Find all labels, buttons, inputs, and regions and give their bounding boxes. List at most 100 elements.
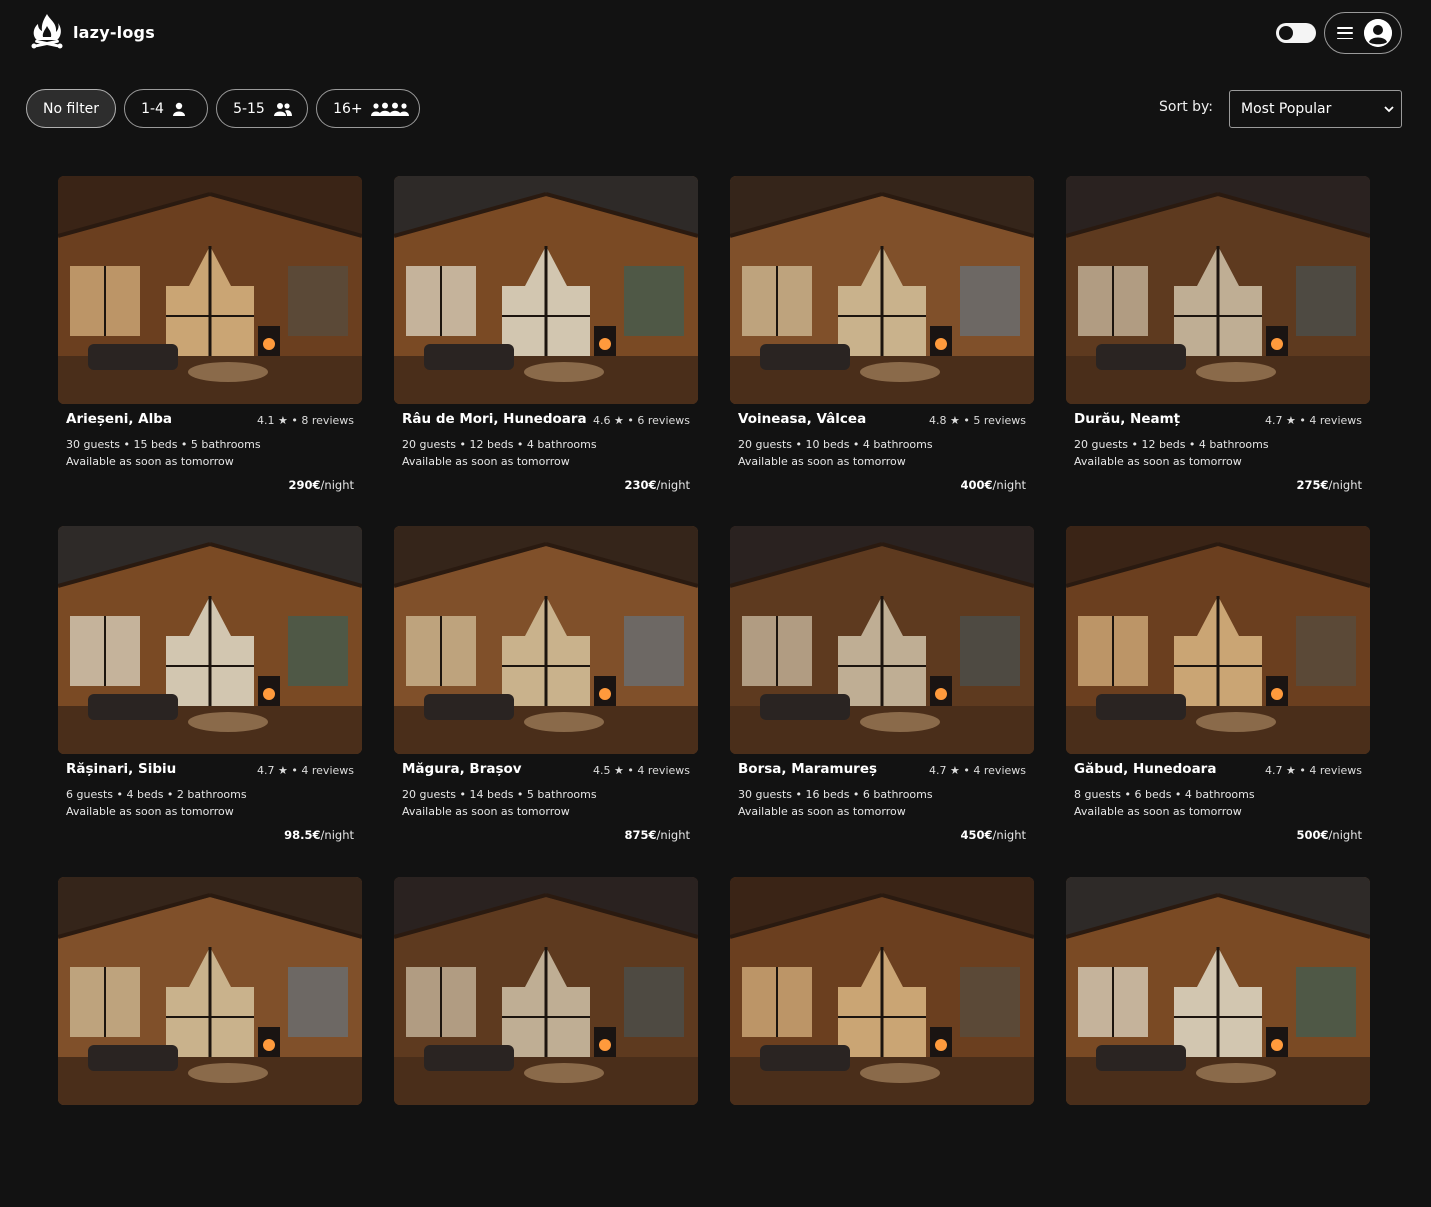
listing-details: 20 guests • 14 beds • 5 bathrooms: [402, 788, 597, 801]
listing-details: 30 guests • 15 beds • 5 bathrooms: [66, 438, 261, 451]
listing-rating: 4.5 ★ • 4 reviews: [593, 764, 690, 777]
price-unit: /night: [656, 478, 690, 492]
rating-value: 4.7: [1265, 764, 1283, 777]
listing-photo[interactable]: [58, 877, 362, 1105]
listing-details: 8 guests • 6 beds • 4 bathrooms: [1074, 788, 1255, 801]
listing-details: 20 guests • 10 beds • 4 bathrooms: [738, 438, 933, 451]
listing-card[interactable]: Măgura, Brașov 4.5 ★ • 4 reviews 20 guests…: [394, 526, 698, 856]
rating-value: 4.7: [257, 764, 275, 777]
filter-label: 5-15: [233, 100, 265, 117]
price-amount: 290€: [288, 478, 321, 492]
listing-photo[interactable]: [58, 526, 362, 754]
rating-value: 4.8: [929, 414, 947, 427]
listing-card[interactable]: [730, 877, 1034, 1207]
listing-photo[interactable]: [58, 176, 362, 404]
listing-price: 275€/night: [1297, 478, 1362, 492]
star-icon: ★: [1286, 414, 1296, 427]
filter-label: 16+: [333, 100, 363, 117]
listing-photo[interactable]: [394, 526, 698, 754]
price-amount: 875€: [624, 828, 657, 842]
listing-rating: 4.7 ★ • 4 reviews: [929, 764, 1026, 777]
review-count: 4 reviews: [637, 764, 690, 777]
listing-location: Durău, Neamț: [1074, 411, 1181, 427]
filter-5-15[interactable]: 5-15: [216, 89, 309, 128]
listing-card[interactable]: Durău, Neamț 4.7 ★ • 4 reviews 20 guests •…: [1066, 176, 1370, 506]
rating-value: 4.1: [257, 414, 275, 427]
review-count: 4 reviews: [973, 764, 1026, 777]
price-amount: 400€: [960, 478, 993, 492]
group-people-icon: [370, 102, 409, 116]
star-icon: ★: [278, 764, 288, 777]
sort-select[interactable]: Most Popular: [1229, 90, 1402, 128]
chevron-down-icon: [1384, 106, 1394, 113]
star-icon: ★: [950, 764, 960, 777]
listing-location: Arieșeni, Alba: [66, 411, 172, 427]
price-amount: 275€: [1296, 478, 1329, 492]
listing-photo[interactable]: [730, 176, 1034, 404]
rating-value: 4.6: [593, 414, 611, 427]
listing-photo[interactable]: [1066, 526, 1370, 754]
filter-no-filter[interactable]: No filter: [26, 89, 117, 128]
listing-card[interactable]: [394, 877, 698, 1207]
listing-availability: Available as soon as tomorrow: [402, 805, 570, 818]
listing-availability: Available as soon as tomorrow: [66, 455, 234, 468]
price-unit: /night: [656, 828, 690, 842]
listing-card[interactable]: [58, 877, 362, 1207]
listing-card[interactable]: Râu de Mori, Hunedoara 4.6 ★ • 6 reviews 2…: [394, 176, 698, 506]
theme-toggle[interactable]: [1276, 23, 1316, 43]
user-circle-icon: [1364, 19, 1392, 47]
price-unit: /night: [992, 828, 1026, 842]
listing-photo[interactable]: [394, 877, 698, 1105]
review-count: 4 reviews: [1309, 764, 1362, 777]
listing-photo[interactable]: [1066, 176, 1370, 404]
listing-availability: Available as soon as tomorrow: [1074, 455, 1242, 468]
listing-location: Borsa, Maramureș: [738, 761, 878, 777]
star-icon: ★: [278, 414, 288, 427]
brand-logo[interactable]: lazy-logs: [30, 12, 155, 52]
listing-card[interactable]: Borsa, Maramureș 4.7 ★ • 4 reviews 30 gues…: [730, 526, 1034, 856]
listing-availability: Available as soon as tomorrow: [402, 455, 570, 468]
app-name: lazy-logs: [73, 22, 155, 42]
star-icon: ★: [950, 414, 960, 427]
listing-rating: 4.7 ★ • 4 reviews: [257, 764, 354, 777]
listing-details: 20 guests • 12 beds • 4 bathrooms: [1074, 438, 1269, 451]
listing-rating: 4.1 ★ • 8 reviews: [257, 414, 354, 427]
rating-value: 4.5: [593, 764, 611, 777]
listing-details: 20 guests • 12 beds • 4 bathrooms: [402, 438, 597, 451]
listing-price: 400€/night: [961, 478, 1026, 492]
listing-photo[interactable]: [394, 176, 698, 404]
listing-price: 98.5€/night: [284, 828, 354, 842]
listing-photo[interactable]: [1066, 877, 1370, 1105]
listing-card[interactable]: Voineasa, Vâlcea 4.8 ★ • 5 reviews 20 gues…: [730, 176, 1034, 506]
listing-photo[interactable]: [730, 877, 1034, 1105]
price-amount: 230€: [624, 478, 657, 492]
listing-availability: Available as soon as tomorrow: [738, 805, 906, 818]
sort-label: Sort by:: [1159, 99, 1214, 115]
listing-rating: 4.8 ★ • 5 reviews: [929, 414, 1026, 427]
guest-filter-bar: No filter 1-4 5-15 16+: [26, 89, 428, 128]
review-count: 4 reviews: [1309, 414, 1362, 427]
listing-location: Măgura, Brașov: [402, 761, 522, 777]
account-menu-button[interactable]: [1324, 12, 1402, 54]
filter-16-plus[interactable]: 16+: [316, 89, 421, 128]
listing-availability: Available as soon as tomorrow: [738, 455, 906, 468]
price-amount: 500€: [1296, 828, 1329, 842]
rating-value: 4.7: [929, 764, 947, 777]
price-amount: 98.5€: [284, 828, 321, 842]
price-amount: 450€: [960, 828, 993, 842]
price-unit: /night: [992, 478, 1026, 492]
rating-value: 4.7: [1265, 414, 1283, 427]
listing-card[interactable]: Rășinari, Sibiu 4.7 ★ • 4 reviews 6 guests…: [58, 526, 362, 856]
review-count: 4 reviews: [301, 764, 354, 777]
listing-photo[interactable]: [730, 526, 1034, 754]
single-person-icon: [172, 102, 186, 116]
price-unit: /night: [320, 828, 354, 842]
filter-1-4[interactable]: 1-4: [124, 89, 209, 128]
listing-details: 6 guests • 4 beds • 2 bathrooms: [66, 788, 247, 801]
sort-selected-value: Most Popular: [1241, 101, 1332, 117]
listing-rating: 4.6 ★ • 6 reviews: [593, 414, 690, 427]
listing-price: 875€/night: [625, 828, 690, 842]
listing-card[interactable]: [1066, 877, 1370, 1207]
listing-card[interactable]: Arieșeni, Alba 4.1 ★ • 8 reviews 30 guests…: [58, 176, 362, 506]
listing-card[interactable]: Găbud, Hunedoara 4.7 ★ • 4 reviews 8 guest…: [1066, 526, 1370, 856]
